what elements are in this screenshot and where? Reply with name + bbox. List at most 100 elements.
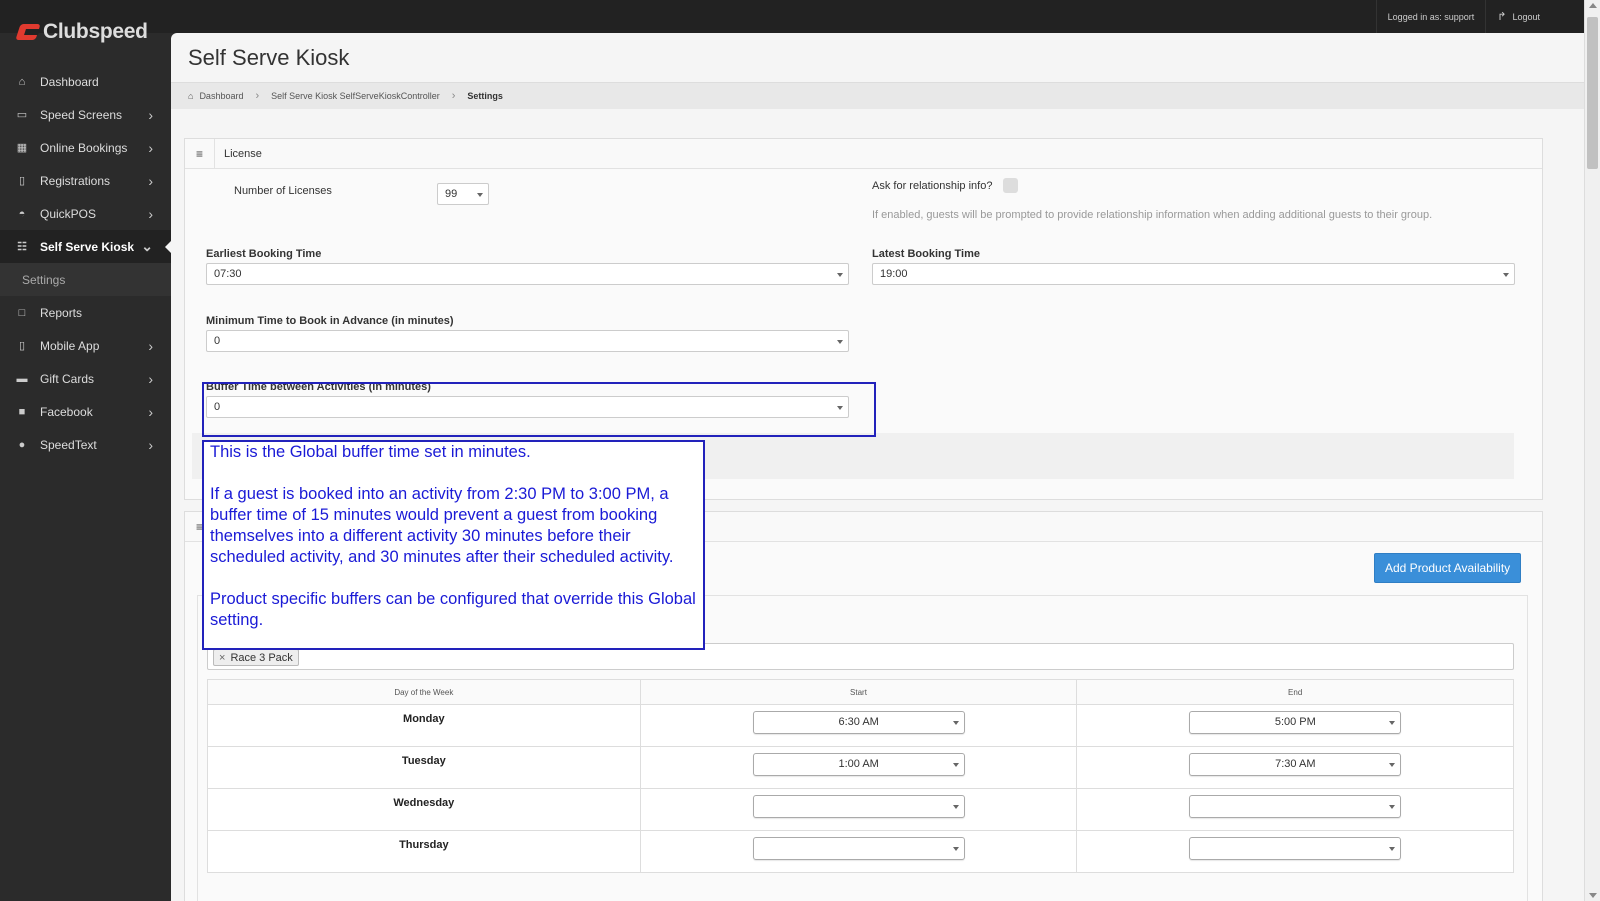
select-value: 7:30 AM [1275,758,1316,770]
caret-down-icon [1389,763,1396,767]
sidebar-item-registrations[interactable]: ▯ Registrations › [0,164,171,197]
calendar-icon: ▦ [16,142,28,154]
caret-down-icon [952,847,959,851]
sidebar-item-label: QuickPOS [40,206,97,221]
logged-in-text: Logged in as: support [1375,0,1486,33]
day-label: Monday [403,713,445,725]
end-time-select[interactable]: 7:30 AM [1189,753,1402,776]
scroll-thumb[interactable] [1587,17,1598,169]
sidebar-item-label: Self Serve Kiosk [40,239,135,254]
chevron-right-icon: › [148,106,153,123]
select-value: 07:30 [214,268,242,280]
home-icon: ⌂ [18,75,26,88]
credit-card-icon: ▬ [16,372,28,385]
vertical-scrollbar[interactable] [1584,0,1600,901]
logout-icon: ↱ [1497,11,1507,23]
breadcrumb-controller[interactable]: Self Serve Kiosk SelfServeKioskControlle… [271,91,440,101]
chevron-right-icon: › [148,205,153,222]
select-value: 0 [214,335,221,347]
table-row: Monday 6:30 AM 5:00 PM [207,704,1514,747]
earliest-booking-select[interactable]: 07:30 [206,263,849,285]
ask-relationship-checkbox[interactable] [1003,178,1018,193]
menu-icon[interactable]: ≡ [185,138,215,169]
sidebar-item-mobile-app[interactable]: ▯ Mobile App › [0,329,171,362]
select-value: 1:00 AM [838,758,879,770]
dashboard-icon: ◓ [18,207,26,220]
buffer-callout: This is the Global buffer time set in mi… [202,440,705,650]
caret-down-icon [837,340,843,344]
table-row: Wednesday [207,788,1514,831]
tablet-icon: ▯ [18,175,26,187]
facebook-icon: ■ [18,405,26,418]
sidebar-item-gift-cards[interactable]: ▬ Gift Cards › [0,362,171,395]
table-row: Thursday [207,830,1514,873]
panel-header: ≡ License [185,138,1542,169]
sidebar-item-reports[interactable]: □ Reports [0,296,171,329]
end-time-select[interactable] [1189,837,1402,860]
sidebar-item-facebook[interactable]: ■ Facebook › [0,395,171,428]
num-licenses-label: Number of Licenses [234,185,332,197]
latest-booking-select[interactable]: 19:00 [872,263,1515,285]
table-header-row: Day of the Week Start End [207,679,1514,705]
sidebar-item-dashboard[interactable]: ⌂ Dashboard [0,65,171,98]
breadcrumb: ⌂ Dashboard › Self Serve Kiosk SelfServe… [171,82,1584,109]
start-time-select[interactable] [752,795,965,818]
tag-label: Race 3 Pack [230,651,293,664]
ask-relationship-hint: If enabled, guests will be prompted to p… [872,209,1433,221]
sidebar-item-label: Facebook [40,404,93,419]
chevron-right-icon: › [148,436,153,453]
ask-relationship-label: Ask for relationship info? [872,180,993,192]
add-product-availability-button[interactable]: Add Product Availability [1374,553,1522,583]
scroll-down-icon[interactable] [1589,893,1597,898]
caret-down-icon [952,763,959,767]
sidebar-item-label: Dashboard [40,74,99,89]
end-time-select[interactable] [1189,795,1402,818]
sidebar-item-self-serve-kiosk[interactable]: ☷ Self Serve Kiosk ⌄ [0,230,172,263]
column-header: Start [639,679,1078,705]
sidebar-item-quickpos[interactable]: ◓ QuickPOS › [0,197,171,230]
start-time-select[interactable] [752,837,965,860]
caret-down-icon [1503,273,1509,277]
mobile-icon: ▯ [18,340,26,352]
chevron-right-icon: › [148,172,153,189]
logout-label: Logout [1512,11,1540,22]
file-icon: □ [18,306,26,319]
logout-button[interactable]: ↱ Logout [1485,0,1551,33]
cart-icon: ☷ [17,241,27,253]
start-time-select[interactable]: 1:00 AM [752,753,965,776]
product-tag[interactable]: × Race 3 Pack [213,649,299,666]
chevron-right-icon: › [148,403,153,420]
sidebar: ⌂ Dashboard ▭ Speed Screens › ▦ Online B… [0,65,172,901]
column-header: Day of the Week [207,679,641,705]
end-time-select[interactable]: 5:00 PM [1189,711,1402,734]
chevron-down-icon: ⌄ [141,238,153,254]
caret-down-icon [952,805,959,809]
callout-paragraph: This is the Global buffer time set in mi… [210,443,531,461]
day-label: Thursday [399,839,449,851]
sidebar-item-online-bookings[interactable]: ▦ Online Bookings › [0,131,171,164]
select-value: 6:30 AM [838,716,879,728]
top-bar: Logged in as: support ↱ Logout [0,0,1584,33]
caret-down-icon [837,273,843,277]
sidebar-item-label: Registrations [40,173,111,188]
scroll-up-icon[interactable] [1589,3,1597,8]
sidebar-item-speedtext[interactable]: ● SpeedText › [0,428,171,461]
day-label: Tuesday [401,755,446,767]
start-time-select[interactable]: 6:30 AM [752,711,965,734]
num-licenses-select[interactable]: 99 [437,183,489,205]
callout-paragraph: Product specific buffers can be configur… [210,590,696,629]
breadcrumb-dashboard[interactable]: Dashboard [199,91,243,101]
sidebar-item-label: Settings [22,272,66,287]
chevron-right-icon: › [255,90,260,102]
sidebar-item-speed-screens[interactable]: ▭ Speed Screens › [0,98,171,131]
earliest-booking-label: Earliest Booking Time [206,248,322,260]
page-title: Self Serve Kiosk [188,45,350,70]
clubspeed-logo[interactable]: Clubspeed [18,18,148,46]
breadcrumb-current: Settings [467,91,503,101]
table-row: Tuesday 1:00 AM 7:30 AM [207,746,1514,789]
min-advance-select[interactable]: 0 [206,330,849,352]
chevron-right-icon: › [148,337,153,354]
remove-tag-icon[interactable]: × [219,652,225,664]
sidebar-subitem-settings[interactable]: Settings [0,263,171,296]
select-value: 5:00 PM [1274,716,1316,728]
